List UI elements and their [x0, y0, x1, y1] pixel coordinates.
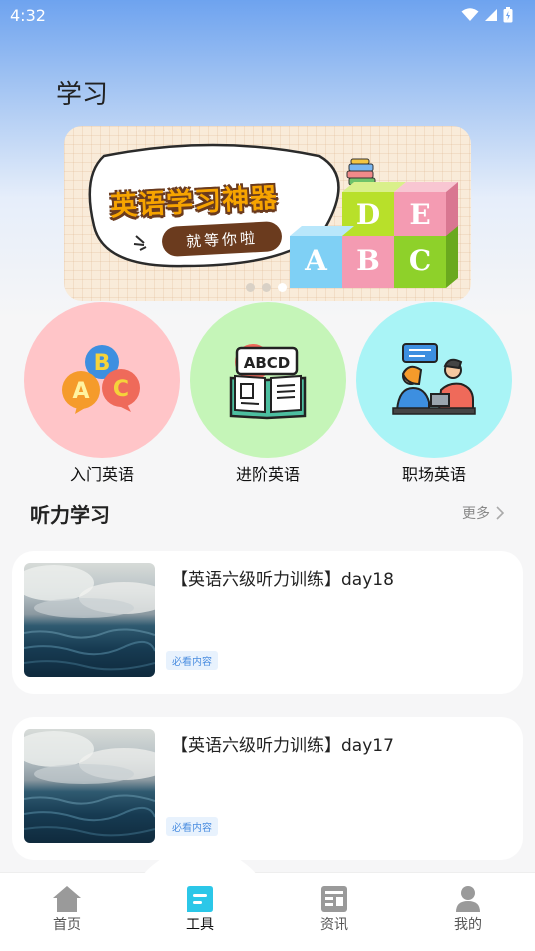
abcd-book-icon: ABCD [229, 344, 307, 420]
listening-card[interactable]: 【英语六级听力训练】day18 必看内容 [12, 551, 523, 694]
card-thumbnail [24, 563, 155, 677]
category-circle[interactable]: B A C [24, 302, 180, 458]
page-title: 学习 [56, 80, 109, 110]
nav-label: 资讯 [320, 917, 348, 933]
profile-icon [456, 886, 480, 912]
card-tag: 必看内容 [166, 651, 218, 670]
pagination-dot[interactable] [262, 283, 271, 292]
card-tag: 必看内容 [166, 817, 218, 836]
nav-item-home[interactable]: 首页 [27, 884, 107, 934]
battery-icon [503, 7, 513, 23]
svg-text:ABCD: ABCD [244, 354, 291, 372]
category-circle[interactable]: ABCD [190, 302, 346, 458]
wifi-icon [461, 8, 479, 21]
category-beginner-english[interactable]: B A C 入门英语 [24, 302, 180, 485]
status-bar: 4:32 [0, 0, 535, 30]
category-advanced-english[interactable]: ABCD 进阶英语 [190, 302, 346, 485]
signal-icon [485, 9, 497, 21]
abc-balloons-icon: B A C [62, 345, 140, 414]
nav-item-profile[interactable]: 我的 [428, 884, 508, 934]
banner-pagination [246, 283, 287, 292]
more-label: 更多 [462, 506, 490, 522]
category-workplace-english[interactable]: 职场英语 [356, 302, 512, 485]
home-icon [53, 886, 81, 912]
card-thumbnail [24, 729, 155, 843]
category-circle[interactable] [356, 302, 512, 458]
meeting-people-icon [392, 343, 476, 415]
ocean-image [24, 731, 155, 837]
ocean-image [24, 565, 155, 671]
svg-text:A: A [72, 379, 89, 404]
listening-card[interactable]: 【英语六级听力训练】day17 必看内容 [12, 717, 523, 860]
tools-icon [187, 886, 213, 912]
news-icon [321, 886, 347, 912]
category-label: 职场英语 [401, 465, 466, 484]
nav-label: 工具 [186, 917, 214, 933]
cube-letter-a: A [305, 244, 327, 277]
pagination-dot[interactable] [246, 283, 255, 292]
card-title: 【英语六级听力训练】day18 [171, 570, 394, 590]
nav-label: 首页 [53, 917, 81, 933]
card-title: 【英语六级听力训练】day17 [171, 736, 394, 756]
nav-label: 我的 [454, 917, 482, 933]
promo-banner[interactable]: 英语学习神器 就等你啦 D E A B C [64, 126, 471, 301]
nav-item-tools[interactable]: 工具 [160, 884, 240, 934]
svg-text:C: C [113, 377, 129, 402]
category-label: 进阶英语 [235, 465, 300, 484]
nav-item-news[interactable]: 资讯 [294, 884, 374, 934]
svg-text:B: B [94, 351, 111, 376]
cube-letter-c: C [408, 244, 432, 277]
status-time: 4:32 [10, 5, 46, 25]
cube-letter-d: D [355, 198, 381, 231]
cube-letter-b: B [356, 244, 380, 277]
pagination-dot-active[interactable] [278, 283, 287, 292]
category-label: 入门英语 [69, 465, 134, 484]
more-link[interactable]: 更多 [462, 503, 504, 523]
banner-subtitle: 就等你啦 [161, 220, 283, 258]
cube-letter-e: E [409, 198, 431, 231]
section-title: 听力学习 [30, 503, 110, 527]
chevron-right-icon [496, 506, 504, 520]
